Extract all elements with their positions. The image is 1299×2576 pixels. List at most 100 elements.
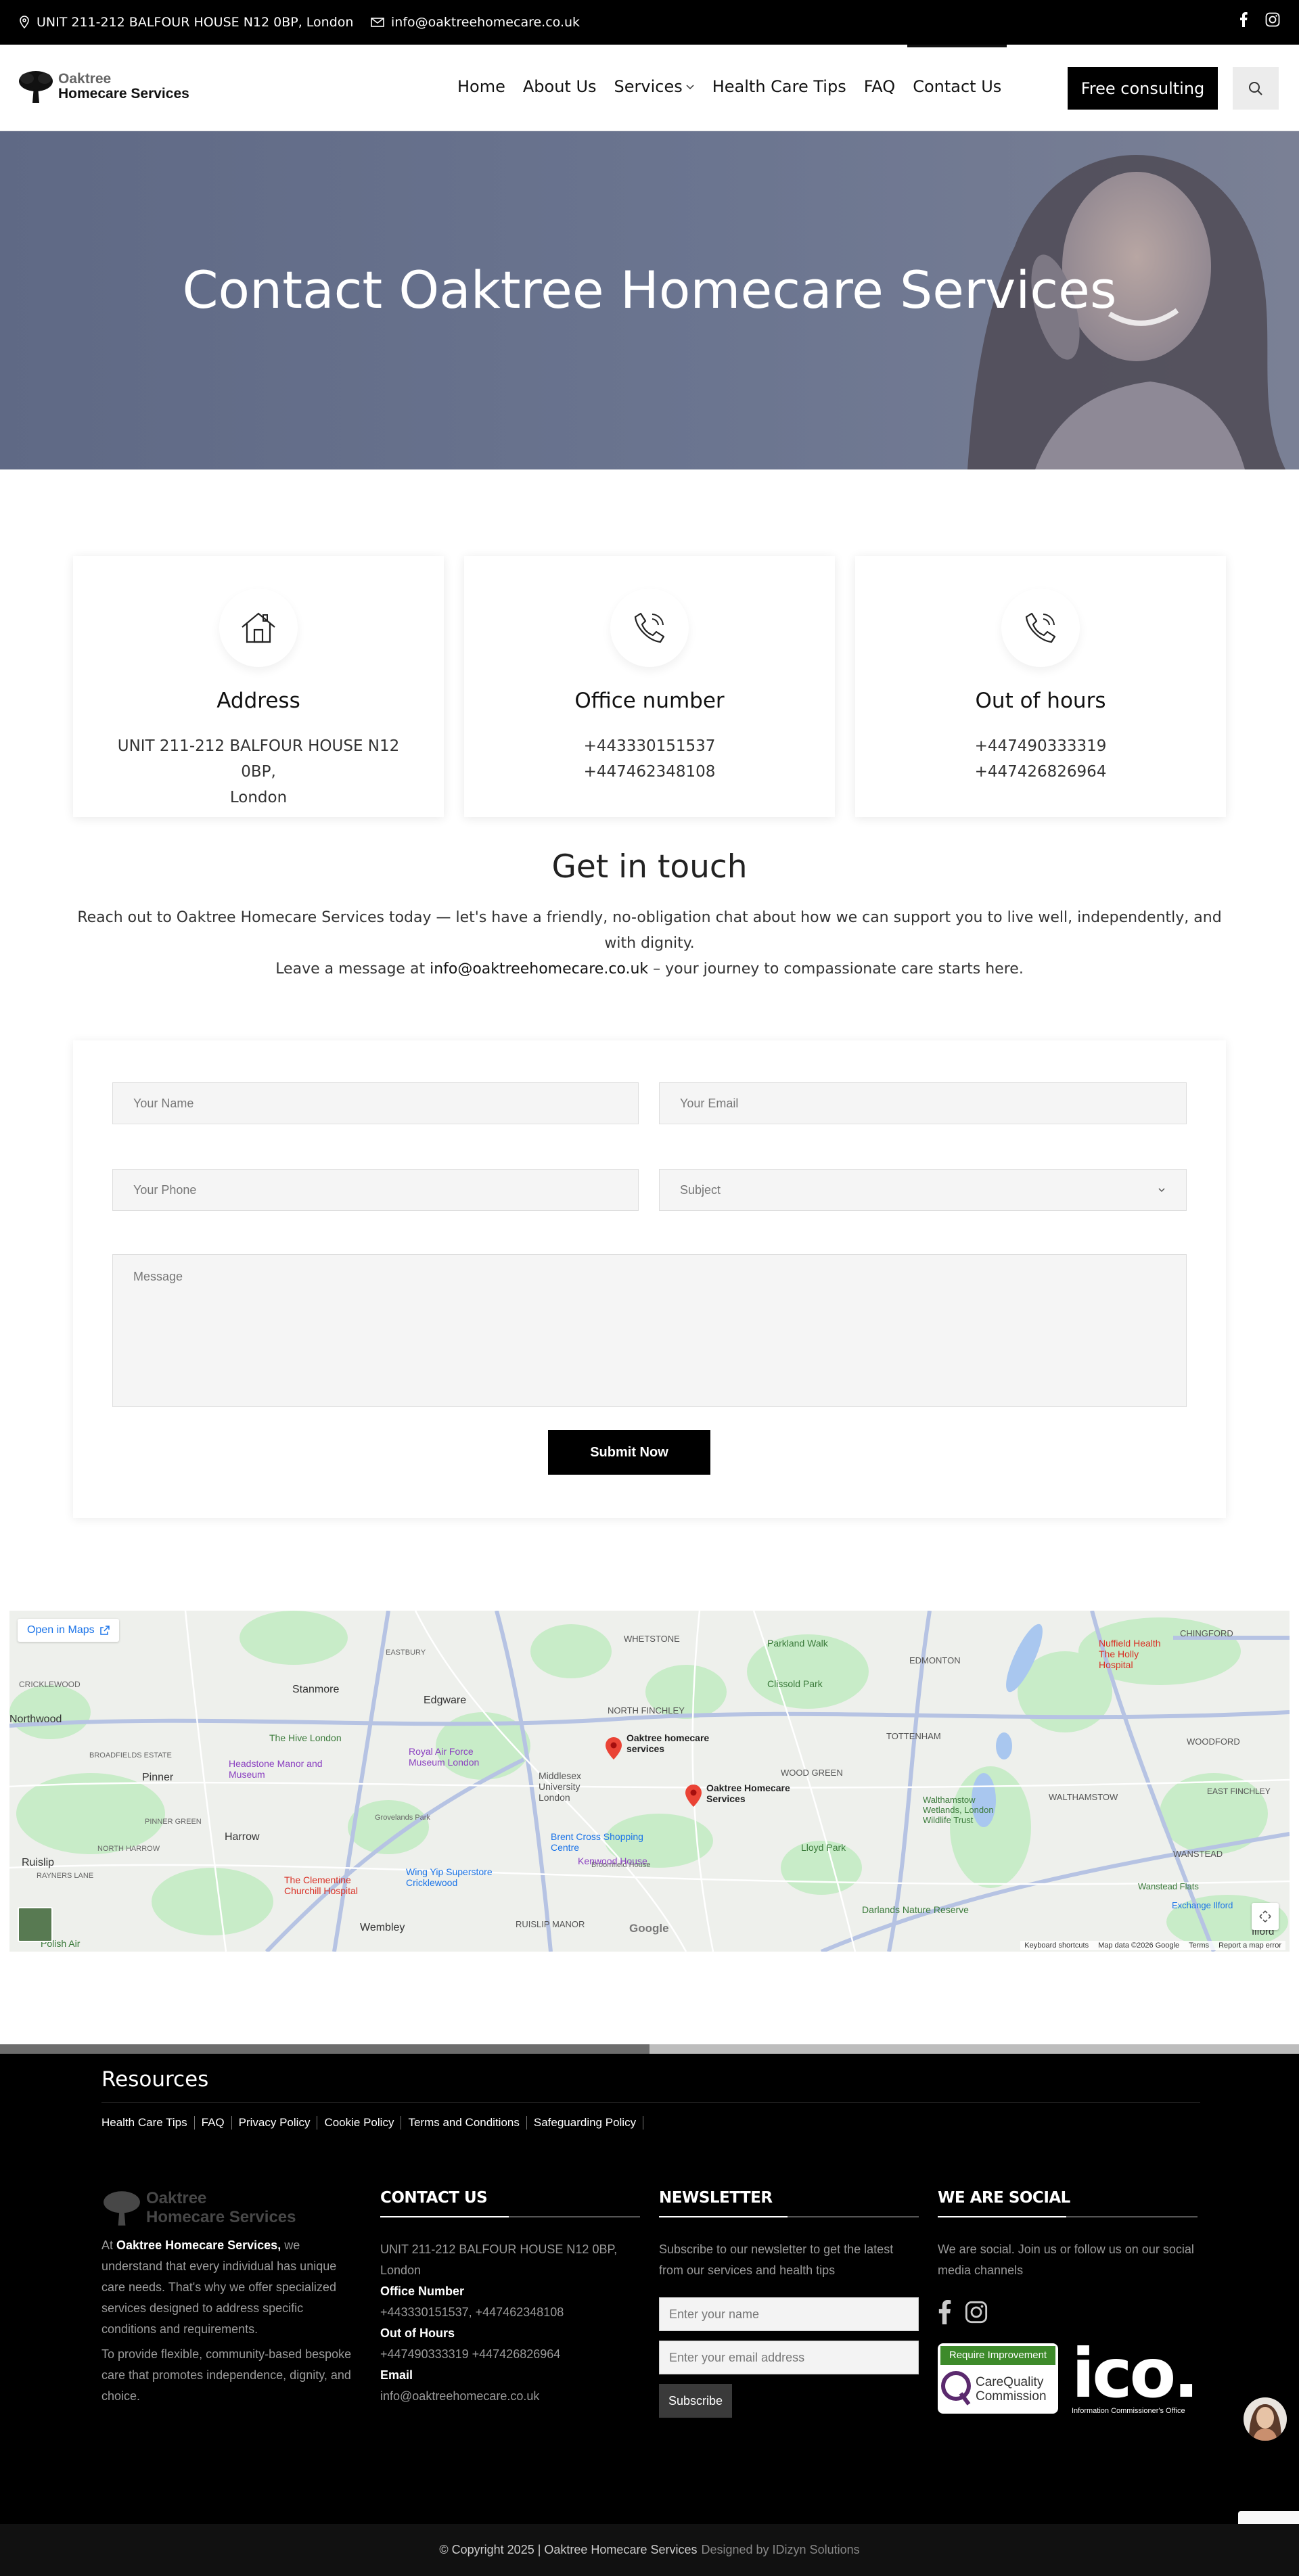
phone-input[interactable]: Your Phone — [112, 1169, 639, 1211]
footer-newsletter-title: NEWSLETTER — [659, 2189, 773, 2207]
map-poi[interactable]: Wanstead Flats — [1138, 1881, 1199, 1891]
open-in-maps-button[interactable]: Open in Maps — [18, 1619, 119, 1642]
footer-scroll-progress — [0, 2044, 1299, 2054]
topbar-email-text[interactable]: info@oaktreehomecare.co.uk — [391, 15, 580, 30]
cqc-rating-badge[interactable]: Require Improvement CareQuality Commissio… — [938, 2343, 1058, 2414]
subscribe-button[interactable]: Subscribe — [659, 2384, 733, 2418]
map-label: Grovelands Park — [375, 1814, 430, 1822]
open-in-maps-label: Open in Maps — [27, 1624, 95, 1636]
nav-contact[interactable]: Contact Us — [907, 45, 1007, 96]
ooh-phone2[interactable]: +447426826964 — [975, 763, 1107, 781]
footer-office-value[interactable]: +443330151537, +447462348108 — [380, 2302, 640, 2323]
instagram-icon[interactable] — [965, 2301, 988, 2324]
map-poi[interactable]: Royal Air Force Museum London — [409, 1746, 503, 1768]
footer-address: UNIT 211-212 BALFOUR HOUSE N12 0BP, Lond… — [380, 2242, 618, 2277]
map-footer-keyboard[interactable]: Keyboard shortcuts — [1024, 1941, 1089, 1950]
footer-ooh-value[interactable]: +447490333319 +447426826964 — [380, 2344, 640, 2365]
map-label: CRICKLEWOOD — [19, 1680, 81, 1689]
map-poi[interactable]: Wing Yip Superstore Cricklewood — [406, 1866, 514, 1888]
footer-ooh-label: Out of Hours — [380, 2326, 455, 2340]
map-label: WOODFORD — [1187, 1736, 1240, 1747]
map-poi[interactable]: The Clementine Churchill Hospital — [284, 1874, 386, 1896]
office-phone1[interactable]: +443330151537 — [584, 737, 716, 755]
map-poi[interactable]: Walthamstow Wetlands, London Wildlife Tr… — [923, 1795, 1011, 1825]
resource-link[interactable]: Safeguarding Policy — [527, 2116, 644, 2130]
submit-button[interactable]: Submit Now — [548, 1430, 710, 1475]
facebook-icon[interactable] — [938, 2300, 951, 2324]
subject-select-value: Subject — [680, 1182, 721, 1197]
map-layers-thumbnail[interactable] — [18, 1907, 53, 1942]
resources-links: Health Care Tips FAQ Privacy Policy Cook… — [101, 2116, 644, 2130]
search-button[interactable] — [1233, 67, 1279, 110]
chat-avatar-button[interactable] — [1244, 2397, 1287, 2441]
designer-link[interactable]: Designed by IDizyn Solutions — [701, 2543, 859, 2557]
map-label: NORTH HARROW — [97, 1845, 160, 1853]
ooh-icon-circle — [1001, 589, 1080, 667]
message-textarea[interactable]: Message — [112, 1254, 1187, 1407]
topbar-email[interactable]: info@oaktreehomecare.co.uk — [371, 15, 580, 30]
map-footer-terms[interactable]: Terms — [1189, 1941, 1209, 1950]
map-poi[interactable]: Kenwood House — [578, 1856, 647, 1866]
embedded-map[interactable]: Open in Maps CRICKLEWOOD EASTBURY Stanmo… — [9, 1611, 1290, 1952]
footer-social-icons — [938, 2300, 1198, 2324]
subject-select[interactable]: Subject — [659, 1169, 1187, 1211]
footer-email-value[interactable]: info@oaktreehomecare.co.uk — [380, 2386, 640, 2407]
footer-logo[interactable]: Oaktree Homecare Services — [101, 2189, 361, 2227]
newsletter-text: Subscribe to our newsletter to get the l… — [659, 2242, 894, 2277]
git-line1: Reach out to Oaktree Homecare Services t… — [77, 909, 1222, 952]
email-input[interactable]: Your Email — [659, 1082, 1187, 1124]
map-poi[interactable]: Headstone Manor and Museum — [229, 1758, 330, 1780]
resource-link[interactable]: Privacy Policy — [232, 2116, 318, 2130]
newsletter-name-input[interactable]: Enter your name — [659, 2297, 919, 2331]
site-header: Oaktree Homecare Services Home About Us … — [0, 45, 1299, 131]
map-label: RAYNERS LANE — [37, 1872, 94, 1880]
site-logo[interactable]: Oaktree Homecare Services — [18, 69, 189, 104]
nav-about[interactable]: About Us — [523, 77, 597, 96]
map-footer-report[interactable]: Report a map error — [1218, 1941, 1281, 1950]
map-label: TOTTENHAM — [886, 1731, 941, 1741]
resource-link[interactable]: Terms and Conditions — [401, 2116, 527, 2130]
nav-home[interactable]: Home — [457, 77, 505, 96]
oak-tree-logo-icon — [104, 2191, 140, 2226]
free-consulting-button[interactable]: Free consulting — [1068, 67, 1218, 110]
instagram-icon[interactable] — [1265, 12, 1280, 27]
map-marker-label[interactable]: Oaktree homecare services — [626, 1732, 721, 1754]
get-in-touch-text: Reach out to Oaktree Homecare Services t… — [68, 905, 1231, 982]
map-poi[interactable]: Middlesex University London — [539, 1770, 613, 1803]
resource-link[interactable]: Cookie Policy — [317, 2116, 402, 2130]
logo-line1: Oaktree — [58, 71, 112, 87]
map-label: EAST FINCHLEY — [1207, 1787, 1271, 1796]
resource-link[interactable]: FAQ — [195, 2116, 232, 2130]
map-marker-icon[interactable] — [683, 1784, 704, 1808]
resource-link[interactable]: Health Care Tips — [101, 2116, 195, 2130]
copyright-bar: © Copyright 2025 | Oaktree Homecare Serv… — [0, 2524, 1299, 2576]
footer-social-title: WE ARE SOCIAL — [938, 2189, 1070, 2207]
map-marker-icon[interactable] — [603, 1736, 624, 1761]
map-poi[interactable]: Brent Cross Shopping Centre — [551, 1831, 645, 1853]
git-email-link[interactable]: info@oaktreehomecare.co.uk — [430, 961, 648, 978]
ico-text: ico. — [1072, 2334, 1199, 2413]
map-poi[interactable]: The Hive London — [269, 1732, 342, 1743]
ooh-phone1[interactable]: +447490333319 — [975, 737, 1107, 755]
map-poi[interactable]: Exchange Ilford — [1172, 1900, 1233, 1910]
location-pin-icon — [20, 16, 29, 29]
office-phone2[interactable]: +447462348108 — [584, 763, 716, 781]
hero-title: Contact Oaktree Homecare Services — [182, 260, 1117, 320]
top-bar: UNIT 211-212 BALFOUR HOUSE N12 0BP, Lond… — [0, 0, 1299, 45]
newsletter-email-input[interactable]: Enter your email address — [659, 2341, 919, 2374]
nav-services[interactable]: Services — [614, 77, 695, 96]
map-label: Parkland Walk — [767, 1638, 828, 1649]
map-label: BROADFIELDS ESTATE — [89, 1751, 172, 1760]
home-icon — [242, 612, 275, 643]
facebook-icon[interactable] — [1239, 12, 1248, 27]
map-fullscreen-button[interactable] — [1252, 1903, 1279, 1930]
map-label: Ruislip — [22, 1857, 55, 1868]
nav-faq[interactable]: FAQ — [864, 77, 896, 96]
map-label: Pinner — [142, 1772, 174, 1783]
map-poi[interactable]: Nuffield Health The Holly Hospital — [1099, 1638, 1173, 1670]
name-input[interactable]: Your Name — [112, 1082, 639, 1124]
map-marker-label[interactable]: Oaktree Homecare Services — [706, 1782, 808, 1804]
chevron-down-icon — [686, 85, 694, 90]
ico-logo[interactable]: ico. Information Commissioner's Office — [1072, 2334, 1199, 2416]
nav-health-tips[interactable]: Health Care Tips — [712, 77, 846, 96]
